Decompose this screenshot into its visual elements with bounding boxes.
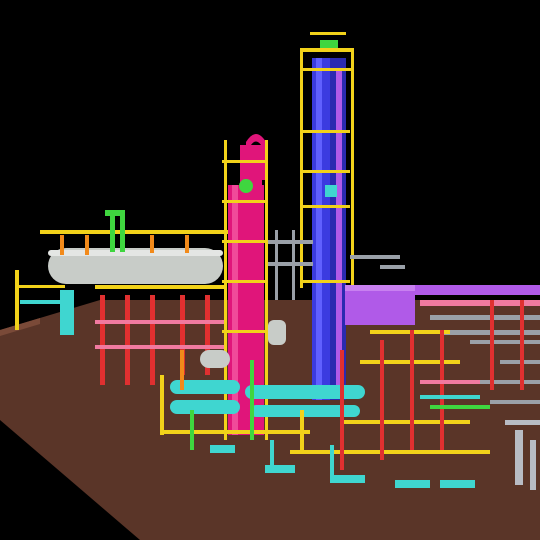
left-horizontal-drum xyxy=(48,248,223,284)
purple-vessel xyxy=(345,285,415,325)
plant-3d-model-view xyxy=(0,0,540,540)
